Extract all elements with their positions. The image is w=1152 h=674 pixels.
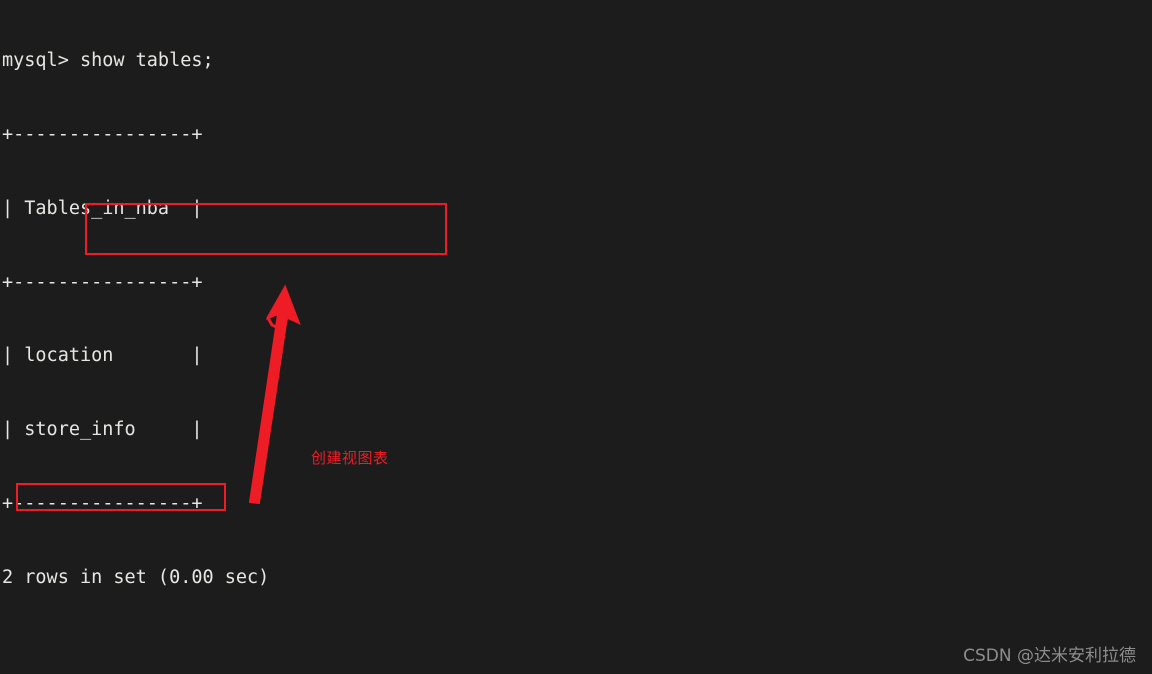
- watermark: CSDN @达米安利拉德: [963, 646, 1136, 666]
- terminal-line: +----------------+: [2, 123, 203, 145]
- terminal-line: | store_info |: [2, 419, 203, 441]
- mysql-terminal-window[interactable]: mysql> show tables; +----------------+ |…: [0, 0, 1152, 674]
- terminal-line: | Tables_in_nba |: [2, 197, 203, 219]
- terminal-output: mysql> show tables; +----------------+ |…: [2, 0, 1150, 674]
- terminal-line: | location |: [2, 345, 203, 367]
- terminal-line: 2 rows in set (0.00 sec): [2, 566, 270, 588]
- terminal-line: +----------------+: [2, 492, 203, 514]
- terminal-line: +----------------+: [2, 271, 203, 293]
- annotation-label: 创建视图表: [311, 449, 389, 467]
- terminal-line: mysql> show tables;: [2, 50, 214, 72]
